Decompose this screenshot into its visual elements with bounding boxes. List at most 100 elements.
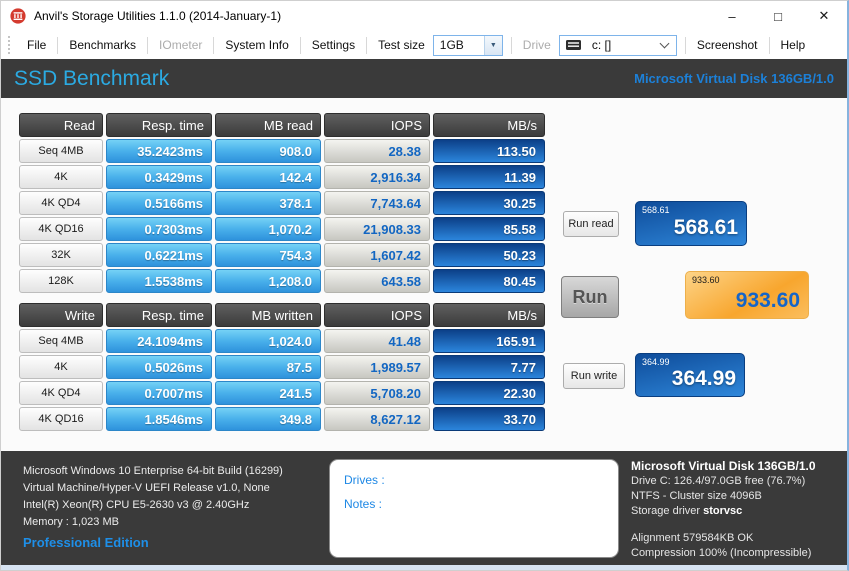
menu-bar: File Benchmarks IOmeter System Info Sett… — [1, 31, 847, 59]
menu-file[interactable]: File — [16, 38, 57, 52]
resp-time-cell: 0.5026ms — [106, 355, 212, 379]
write-header: Write — [19, 303, 103, 327]
dropdown-arrow-icon[interactable]: ▼ — [484, 36, 502, 55]
drives-label: Drives : — [344, 468, 604, 492]
iops-cell: 1,989.57 — [324, 355, 430, 379]
row-label: 4K QD4 — [19, 381, 103, 405]
row-label: 4K — [19, 165, 103, 189]
mbs-cell: 165.91 — [433, 329, 545, 353]
drives-notes-box[interactable]: Drives : Notes : — [329, 459, 619, 558]
iops-cell: 41.48 — [324, 329, 430, 353]
iops-cell: 2,916.34 — [324, 165, 430, 189]
test-size-select[interactable]: 1GB ▼ — [433, 35, 503, 56]
iops-cell: 8,627.12 — [324, 407, 430, 431]
iops-header: IOPS — [324, 113, 430, 137]
drive-icon — [566, 40, 581, 50]
iops-cell: 5,708.20 — [324, 381, 430, 405]
row-label: 4K QD16 — [19, 217, 103, 241]
mbs-cell: 50.23 — [433, 243, 545, 267]
header-band: SSD Benchmark Microsoft Virtual Disk 136… — [1, 59, 847, 98]
menu-system-info[interactable]: System Info — [214, 38, 299, 52]
row-label: Seq 4MB — [19, 329, 103, 353]
total-score-value: 933.60 — [736, 289, 800, 313]
app-icon — [10, 8, 26, 24]
device-name: Microsoft Virtual Disk 136GB/1.0 — [634, 71, 834, 86]
mbs-cell: 85.58 — [433, 217, 545, 241]
mbs-cell: 113.50 — [433, 139, 545, 163]
mb-cell: 241.5 — [215, 381, 321, 405]
total-score-small: 933.60 — [692, 275, 720, 285]
row-label: 4K — [19, 355, 103, 379]
read-score-small: 568.61 — [642, 205, 670, 215]
mb-cell: 378.1 — [215, 191, 321, 215]
read-header: Read — [19, 113, 103, 137]
system-info-block: Microsoft Windows 10 Enterprise 64-bit B… — [23, 463, 283, 531]
mb-cell: 908.0 — [215, 139, 321, 163]
read-table: Read Resp. time MB read IOPS MB/s Seq 4M… — [19, 113, 545, 293]
resp-time-cell: 0.7303ms — [106, 217, 212, 241]
iops-header: IOPS — [324, 303, 430, 327]
window-bottom-border — [1, 565, 847, 570]
mb-read-header: MB read — [215, 113, 321, 137]
drive-value: c: [] — [586, 38, 661, 52]
mb-cell: 754.3 — [215, 243, 321, 267]
storage-driver-line: Storage driver storvsc — [631, 504, 816, 519]
chevron-down-icon — [659, 39, 669, 49]
system-info-line: Microsoft Windows 10 Enterprise 64-bit B… — [23, 463, 283, 480]
page-title: SSD Benchmark — [14, 67, 169, 91]
disk-info-line: NTFS - Cluster size 4096B — [631, 489, 816, 504]
menu-help[interactable]: Help — [770, 38, 817, 52]
mbs-cell: 30.25 — [433, 191, 545, 215]
disk-info-block: Microsoft Virtual Disk 136GB/1.0 Drive C… — [631, 459, 816, 561]
run-write-button[interactable]: Run write — [563, 363, 625, 389]
drive-select[interactable]: c: [] — [559, 35, 677, 56]
mbs-cell: 22.30 — [433, 381, 545, 405]
spacer — [631, 519, 816, 531]
mb-cell: 349.8 — [215, 407, 321, 431]
resp-time-cell: 0.6221ms — [106, 243, 212, 267]
footer-panel: Microsoft Windows 10 Enterprise 64-bit B… — [1, 451, 847, 567]
iops-cell: 28.38 — [324, 139, 430, 163]
run-read-button[interactable]: Run read — [563, 211, 619, 237]
write-score-small: 364.99 — [642, 357, 670, 367]
close-icon[interactable]: ✕ — [801, 1, 847, 31]
iops-cell: 643.58 — [324, 269, 430, 293]
disk-info-line: Alignment 579584KB OK — [631, 531, 816, 546]
menu-iometer: IOmeter — [148, 38, 213, 52]
menu-benchmarks[interactable]: Benchmarks — [58, 38, 147, 52]
resp-time-header: Resp. time — [106, 113, 212, 137]
mbs-cell: 7.77 — [433, 355, 545, 379]
row-label: Seq 4MB — [19, 139, 103, 163]
resp-time-cell: 1.8546ms — [106, 407, 212, 431]
mb-cell: 1,070.2 — [215, 217, 321, 241]
title-bar: Anvil's Storage Utilities 1.1.0 (2014-Ja… — [1, 1, 847, 31]
app-window: Anvil's Storage Utilities 1.1.0 (2014-Ja… — [0, 0, 849, 571]
mbs-header: MB/s — [433, 303, 545, 327]
mb-cell: 142.4 — [215, 165, 321, 189]
row-label: 128K — [19, 269, 103, 293]
resp-time-cell: 0.7007ms — [106, 381, 212, 405]
maximize-icon[interactable]: □ — [755, 1, 801, 31]
edition-label: Professional Edition — [23, 535, 149, 550]
storage-driver-value: storvsc — [703, 505, 742, 517]
iops-cell: 7,743.64 — [324, 191, 430, 215]
window-controls: – □ ✕ — [709, 1, 847, 31]
resp-time-cell: 24.1094ms — [106, 329, 212, 353]
menu-settings[interactable]: Settings — [301, 38, 366, 52]
minimize-icon[interactable]: – — [709, 1, 755, 31]
test-size-value: 1GB — [434, 38, 484, 52]
disk-info-line: Compression 100% (Incompressible) — [631, 546, 816, 561]
run-button[interactable]: Run — [561, 276, 619, 318]
write-table: Write Resp. time MB written IOPS MB/s Se… — [19, 303, 545, 431]
iops-cell: 1,607.42 — [324, 243, 430, 267]
mbs-cell: 11.39 — [433, 165, 545, 189]
resp-time-cell: 1.5538ms — [106, 269, 212, 293]
mb-cell: 87.5 — [215, 355, 321, 379]
resp-time-header: Resp. time — [106, 303, 212, 327]
mbs-cell: 80.45 — [433, 269, 545, 293]
iops-cell: 21,908.33 — [324, 217, 430, 241]
menu-screenshot[interactable]: Screenshot — [686, 38, 769, 52]
disk-title: Microsoft Virtual Disk 136GB/1.0 — [631, 459, 816, 474]
mb-cell: 1,024.0 — [215, 329, 321, 353]
read-score-value: 568.61 — [674, 216, 738, 240]
